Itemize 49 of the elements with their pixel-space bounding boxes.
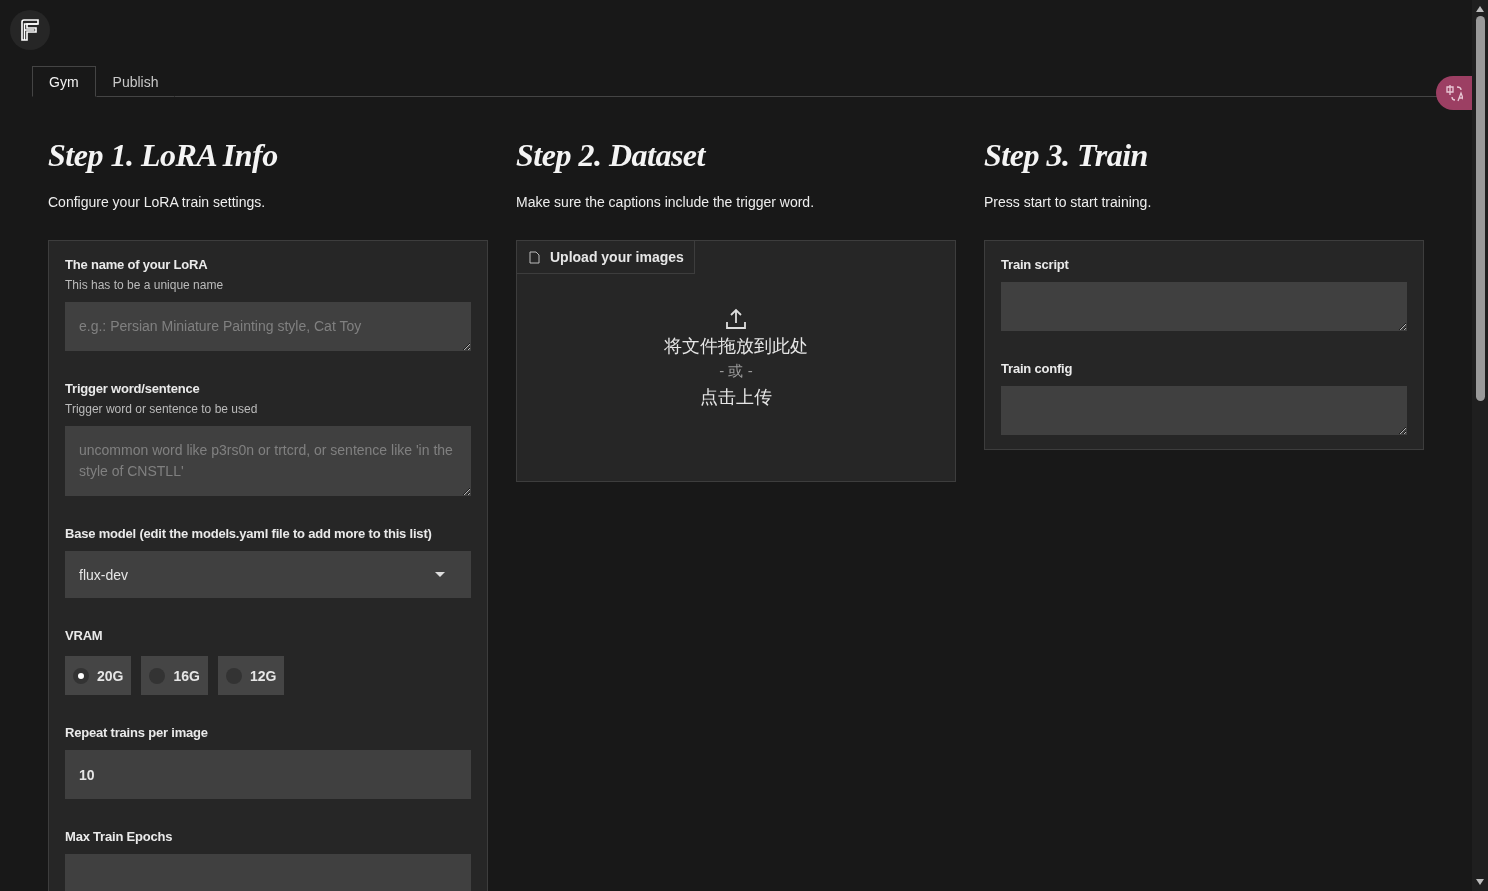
- dropdown-field[interactable]: flux-dev: [65, 551, 471, 598]
- field-label: Trigger word/sentence: [65, 381, 201, 396]
- field-info: Trigger word or sentence to be used: [65, 402, 259, 416]
- radio-button[interactable]: [73, 667, 89, 684]
- radio-label: 12G: [249, 667, 277, 684]
- file-icon: [529, 250, 540, 264]
- step-title: Step 3. Train: [984, 137, 1149, 174]
- click-upload-text: 点击上传: [700, 386, 772, 409]
- app-logo[interactable]: [10, 10, 50, 50]
- step-subtitle: Configure your LoRA train settings.: [48, 194, 267, 210]
- field-label: Max Train Epochs: [65, 829, 174, 844]
- radio-option[interactable]: 16G: [141, 656, 208, 695]
- text-field[interactable]: e.g.: Persian Miniature Painting style, Cat Toy: [65, 302, 471, 351]
- caret-icon: [435, 571, 445, 578]
- dropdown-value: flux-dev: [79, 566, 129, 583]
- tab[interactable]: Publish: [95, 66, 176, 97]
- text-field[interactable]: [1001, 282, 1407, 331]
- radio-option[interactable]: 12G: [217, 656, 285, 695]
- radio-label: 20G: [97, 667, 124, 684]
- number-field[interactable]: [65, 854, 471, 891]
- scrollbar[interactable]: [1472, 0, 1488, 891]
- tab[interactable]: Gym: [32, 66, 96, 97]
- text-field[interactable]: [1001, 386, 1407, 435]
- scroll-down-icon[interactable]: [1476, 879, 1484, 885]
- field-label: Train config: [1001, 361, 1074, 376]
- upload-icon: [725, 308, 747, 330]
- drop-text: 将文件拖放到此处: [664, 335, 808, 358]
- field-label: Repeat trains per image: [65, 725, 209, 740]
- translate-icon: [1445, 84, 1463, 102]
- scrollbar-thumb[interactable]: [1475, 16, 1485, 401]
- field-label: Base model (edit the models.yaml file to add more to this list): [65, 526, 433, 541]
- field-label: The name of your LoRA: [65, 257, 209, 272]
- step-title: Step 2. Dataset: [516, 137, 707, 174]
- step-title: Step 1. LoRA Info: [48, 137, 279, 174]
- step-subtitle: Make sure the captions include the trigger word.: [516, 194, 816, 210]
- text-field[interactable]: uncommon word like p3rs0n or trtcrd, or sentence like 'in the style of CNSTLL': [65, 426, 471, 496]
- field-info: This has to be a unique name: [65, 278, 225, 292]
- step-subtitle: Press start to start training.: [984, 194, 1153, 210]
- field-label: VRAM: [65, 628, 104, 643]
- field-label: Train script: [1001, 257, 1070, 272]
- scroll-up-icon[interactable]: [1476, 6, 1484, 12]
- logo-icon: [20, 19, 40, 41]
- upload-panel[interactable]: Upload your images 将文件拖放到此处 - 或 - 点击上传: [516, 240, 956, 482]
- or-text: - 或 -: [719, 362, 753, 381]
- translate-button[interactable]: [1436, 76, 1472, 110]
- upload-label-text: Upload your images: [550, 249, 684, 265]
- radio-option[interactable]: 20G: [65, 656, 132, 695]
- radio-label: 16G: [173, 667, 200, 684]
- number-field[interactable]: 10: [65, 750, 471, 799]
